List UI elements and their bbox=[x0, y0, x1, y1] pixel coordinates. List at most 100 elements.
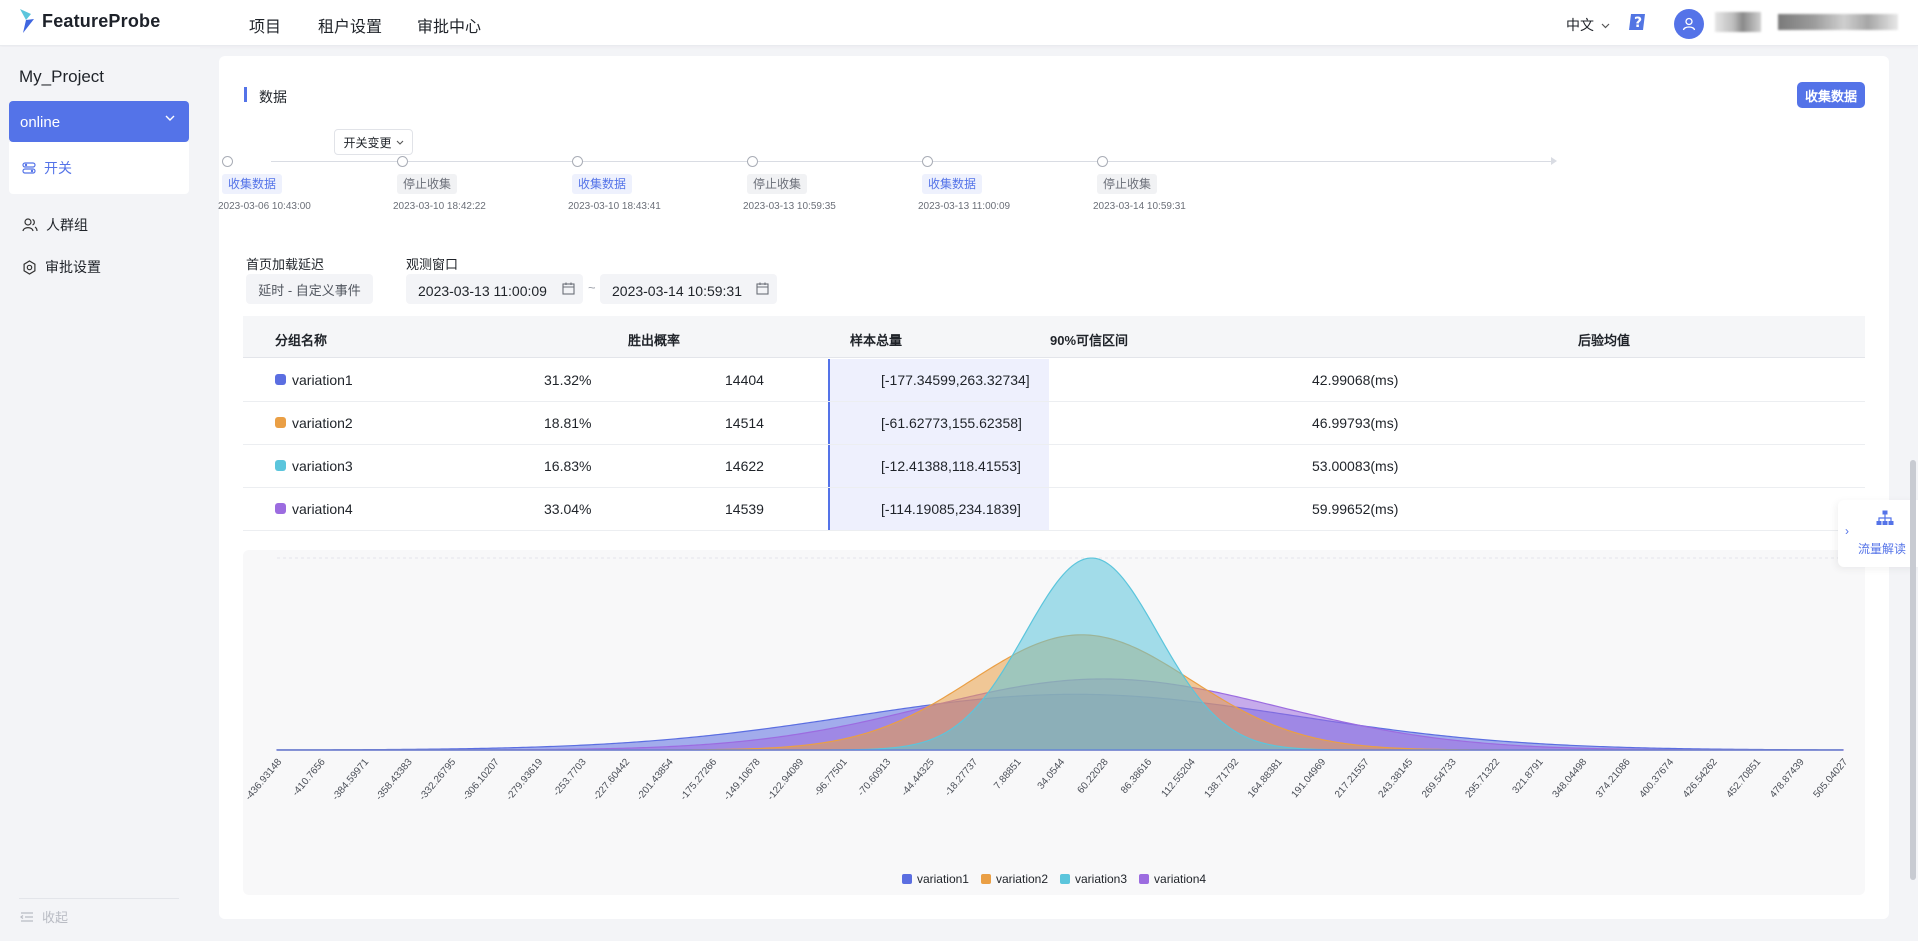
timeline-event-time: 2023-03-13 11:00:09 bbox=[918, 201, 1011, 212]
window-start-input[interactable]: 2023-03-13 11:00:09 bbox=[406, 274, 583, 304]
timeline-node bbox=[397, 156, 408, 167]
timeline-node bbox=[572, 156, 583, 167]
legend-item-variation2[interactable]: variation2 bbox=[980, 872, 1048, 886]
metric-label: 首页加载延迟 bbox=[246, 257, 325, 272]
posterior-mean: 42.99068(ms) bbox=[1312, 372, 1399, 388]
timeline-node bbox=[922, 156, 933, 167]
variation-name: variation4 bbox=[292, 501, 353, 517]
table-header: 分组名称 胜出概率 样本总量 90%可信区间 后验均值 bbox=[243, 316, 1865, 358]
legend-label: variation3 bbox=[1075, 872, 1128, 886]
table-row: variation3 16.83% 14622 [-12.41388,118.4155… bbox=[243, 445, 1865, 488]
x-tick-label: -227.60442 bbox=[591, 757, 632, 803]
collapse-sidebar-button[interactable]: 收起 bbox=[20, 907, 68, 926]
user-avatar[interactable] bbox=[1674, 9, 1704, 39]
series-area-variation3 bbox=[277, 557, 1843, 751]
sidebar-item-label: 人群组 bbox=[46, 217, 88, 233]
sidebar-item-approval-settings[interactable]: 审批设置 bbox=[22, 257, 101, 277]
x-tick-label: -358.43383 bbox=[374, 757, 415, 803]
language-switcher[interactable]: 中文 bbox=[1566, 15, 1610, 35]
date-separator: ~ bbox=[588, 280, 596, 295]
x-tick-label: -149.10678 bbox=[722, 757, 763, 803]
timeline-event-time: 2023-03-10 18:43:41 bbox=[568, 201, 661, 212]
window-end-value: 2023-03-14 10:59:31 bbox=[612, 283, 742, 299]
sample-count: 14514 bbox=[725, 415, 764, 431]
x-tick-label: 112.55204 bbox=[1159, 757, 1198, 800]
table-row: variation4 33.04% 14539 [-114.19085,234.183… bbox=[243, 488, 1865, 531]
sidebar: My_Project online 开关 人群组 审批设置 收起 bbox=[0, 47, 200, 941]
logo-text: FeatureProbe bbox=[42, 10, 161, 31]
timeline-event-time: 2023-03-13 10:59:35 bbox=[743, 201, 836, 212]
win-probability: 31.32% bbox=[544, 372, 592, 388]
svg-text:?: ? bbox=[1634, 15, 1642, 31]
toggle-icon bbox=[22, 162, 36, 174]
x-tick-label: 164.88381 bbox=[1246, 757, 1285, 801]
x-tick-label: 34.0544 bbox=[1036, 757, 1068, 792]
logo[interactable]: FeatureProbe bbox=[18, 8, 160, 34]
window-label: 观测窗口 bbox=[406, 257, 459, 272]
sidebar-item-segments[interactable]: 人群组 bbox=[22, 215, 88, 235]
posterior-mean: 59.99652(ms) bbox=[1312, 501, 1399, 517]
section-title: 数据 bbox=[259, 89, 287, 105]
credible-interval: [-61.62773,155.62358] bbox=[881, 415, 1022, 431]
variation-color-swatch bbox=[275, 460, 286, 471]
calendar-icon bbox=[756, 282, 769, 295]
table-row: variation1 31.32% 14404 [-177.34599,263.327… bbox=[243, 359, 1865, 402]
page-scrollbar[interactable] bbox=[1910, 460, 1916, 880]
credible-interval: [-177.34599,263.32734] bbox=[881, 372, 1030, 388]
legend-item-variation3[interactable]: variation3 bbox=[1060, 872, 1127, 886]
legend-swatch bbox=[980, 874, 991, 884]
chart-legend: variation1 variation2 variation3 variation4 bbox=[219, 872, 1889, 886]
toggle-change-filter[interactable]: 开关变更 bbox=[334, 129, 413, 155]
environment-select[interactable]: online bbox=[9, 101, 189, 142]
legend-item-variation1[interactable]: variation1 bbox=[901, 872, 969, 886]
divider bbox=[19, 898, 179, 899]
x-tick-label: -122.94089 bbox=[765, 757, 806, 803]
sidebar-item-label: 开关 bbox=[44, 160, 72, 176]
x-tick-label: -410.7656 bbox=[290, 757, 328, 799]
win-probability: 33.04% bbox=[544, 501, 592, 517]
project-name: My_Project bbox=[19, 67, 105, 86]
timeline-node bbox=[222, 156, 233, 167]
collapse-icon bbox=[20, 911, 33, 922]
x-tick-label: -332.26795 bbox=[417, 757, 458, 803]
chart-svg: -436.93148 -410.7656 -384.59971 -358.43383-… bbox=[243, 557, 1851, 803]
x-tick-label: 452.70851 bbox=[1724, 757, 1763, 801]
data-card: 数据 收集数据 开关变更 收集数据 2023-03-06 10:43:00 停止收集… bbox=[218, 56, 1889, 919]
x-tick-label: 505.04027 bbox=[1811, 757, 1850, 801]
nav-tenant-settings[interactable]: 租户设置 bbox=[318, 13, 382, 37]
x-tick-label: -175.27266 bbox=[678, 757, 719, 803]
metric-select[interactable]: 延时 - 自定义事件 bbox=[246, 274, 373, 304]
sidebar-item-toggles[interactable]: 开关 bbox=[22, 158, 72, 178]
x-tick-label: 478.87439 bbox=[1768, 757, 1807, 801]
redacted-tenant-info bbox=[1778, 14, 1898, 30]
timeline-event-time: 2023-03-06 10:43:00 bbox=[218, 201, 311, 212]
x-tick-label: 426.54262 bbox=[1681, 757, 1720, 801]
timeline-event-tag: 停止收集 bbox=[1097, 174, 1158, 194]
chevron-down-icon bbox=[396, 140, 403, 145]
timeline-event-tag: 收集数据 bbox=[572, 174, 633, 194]
legend-label: variation1 bbox=[916, 872, 969, 886]
x-tick-label: 7.88851 bbox=[992, 757, 1024, 792]
posterior-mean: 46.99793(ms) bbox=[1312, 415, 1399, 431]
posterior-mean: 53.00083(ms) bbox=[1312, 458, 1399, 474]
nav-approval-center[interactable]: 审批中心 bbox=[417, 13, 481, 37]
chevron-down-icon bbox=[1601, 23, 1610, 29]
posterior-distribution-chart: -436.93148 -410.7656 -384.59971 -358.43383-… bbox=[243, 550, 1865, 895]
timeline-event-time: 2023-03-10 18:42:22 bbox=[393, 201, 486, 212]
x-tick-label: 295.71322 bbox=[1463, 757, 1502, 801]
timeline-event-time: 2023-03-14 10:59:31 bbox=[1093, 201, 1186, 212]
traffic-insight-widget[interactable]: › 流量解读 bbox=[1838, 500, 1918, 567]
collect-data-button[interactable]: 收集数据 bbox=[1797, 82, 1865, 108]
column-header-samples: 样本总量 bbox=[850, 333, 903, 348]
help-icon[interactable]: ? bbox=[1626, 10, 1650, 39]
legend-item-variation4[interactable]: variation4 bbox=[1139, 872, 1206, 886]
column-header-group: 分组名称 bbox=[275, 333, 328, 348]
credible-interval: [-114.19085,234.1839] bbox=[881, 501, 1021, 517]
nav-projects[interactable]: 项目 bbox=[249, 13, 281, 37]
x-tick-label: -384.59971 bbox=[330, 757, 371, 803]
window-end-input[interactable]: 2023-03-14 10:59:31 bbox=[600, 274, 777, 304]
timeline-arrow bbox=[1551, 157, 1557, 165]
top-navbar: FeatureProbe 项目 租户设置 审批中心 中文 ? bbox=[0, 0, 1918, 46]
x-tick-label: 348.04498 bbox=[1550, 757, 1589, 801]
chevron-down-icon bbox=[165, 115, 175, 121]
